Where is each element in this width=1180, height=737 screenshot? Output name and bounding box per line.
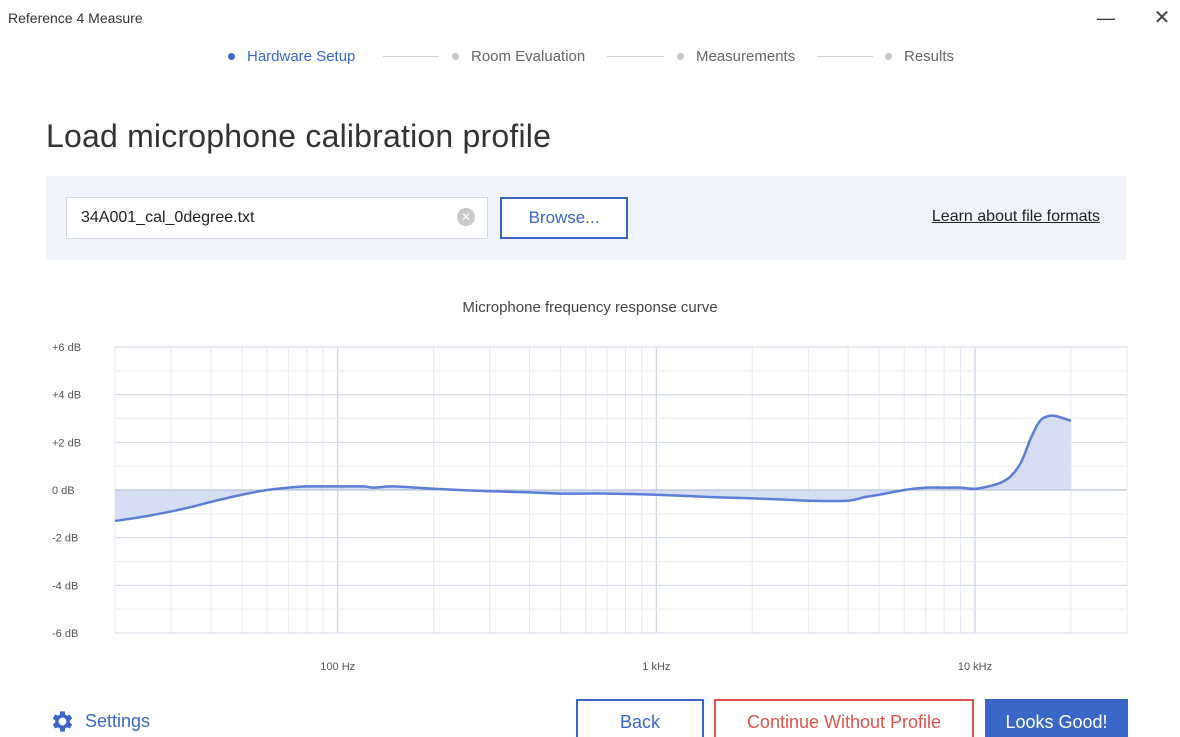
step-dot-icon <box>677 52 684 60</box>
step-hardware-setup: Hardware Setup <box>228 45 355 67</box>
continue-without-profile-button[interactable]: Continue Without Profile <box>714 699 974 737</box>
file-selection-panel: ✕ Browse... Learn about file formats <box>46 176 1126 260</box>
step-dot-icon <box>228 52 235 60</box>
x-tick-label: 100 Hz <box>320 661 355 673</box>
frequency-response-chart: +6 dB +4 dB +2 dB 0 dB -2 dB -4 dB -6 dB 100 Hz… <box>52 342 1128 673</box>
y-tick-label: +4 dB <box>52 390 81 402</box>
step-label: Results <box>904 47 955 65</box>
progress-stepper: Hardware Setup Room Evaluation Measureme… <box>0 45 1180 69</box>
browse-button[interactable]: Browse... <box>500 197 628 239</box>
x-tick-label: 1 kHz <box>642 661 670 673</box>
file-path-input[interactable] <box>67 198 447 238</box>
y-tick-label: -4 dB <box>52 580 78 592</box>
settings-button[interactable]: Settings <box>48 708 150 734</box>
minimize-icon[interactable]: — <box>1094 6 1118 30</box>
step-connector <box>383 56 439 57</box>
clear-icon[interactable]: ✕ <box>457 208 475 226</box>
step-dot-icon <box>452 52 459 60</box>
app-title: Reference 4 Measure <box>8 10 143 26</box>
y-tick-label: -6 dB <box>52 628 78 640</box>
step-label: Room Evaluation <box>471 47 586 65</box>
y-tick-label: +6 dB <box>52 342 81 354</box>
step-label: Measurements <box>696 47 796 65</box>
looks-good-button[interactable]: Looks Good! <box>985 699 1128 737</box>
learn-file-formats-link[interactable]: Learn about file formats <box>932 208 1100 226</box>
close-icon[interactable]: ✕ <box>1150 6 1174 30</box>
step-room-evaluation: Room Evaluation <box>452 45 585 67</box>
page-title: Load microphone calibration profile <box>46 118 552 154</box>
settings-label: Settings <box>85 710 151 731</box>
step-connector <box>607 56 664 57</box>
y-tick-label: -2 dB <box>52 533 78 545</box>
y-tick-label: +2 dB <box>52 437 81 449</box>
file-input-box: ✕ <box>66 197 488 239</box>
step-measurements: Measurements <box>677 45 795 67</box>
step-results: Results <box>885 45 954 67</box>
step-dot-icon <box>885 52 892 60</box>
chart-title: Microphone frequency response curve <box>462 299 718 316</box>
x-tick-label: 10 kHz <box>958 661 992 673</box>
step-label: Hardware Setup <box>247 47 356 65</box>
gear-icon <box>52 710 73 732</box>
back-button[interactable]: Back <box>576 699 704 737</box>
step-connector <box>817 56 873 57</box>
title-bar: Reference 4 Measure — ✕ <box>0 0 1180 40</box>
y-tick-label: 0 dB <box>52 485 75 497</box>
